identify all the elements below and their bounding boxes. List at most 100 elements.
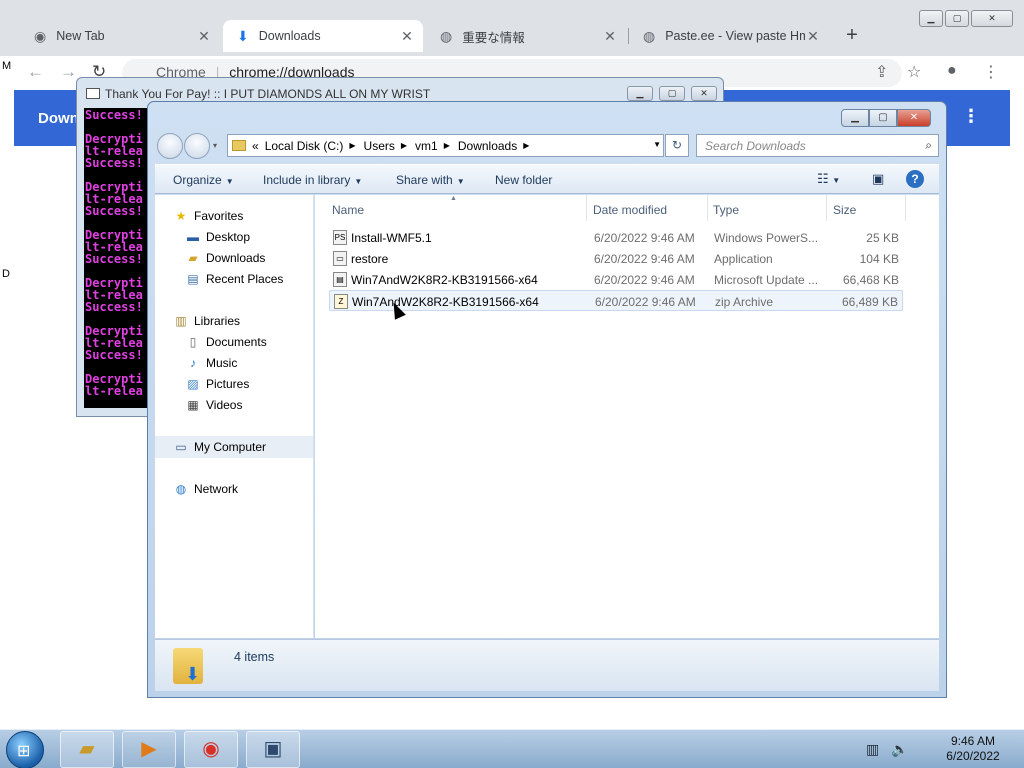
nav-libraries[interactable]: ▥ Libraries: [173, 310, 331, 332]
breadcrumb-overflow[interactable]: «: [252, 139, 259, 153]
media-player-icon: ▶: [141, 738, 157, 760]
start-button[interactable]: ⊞: [6, 731, 44, 768]
tab-new-tab[interactable]: ◉ New Tab ✕: [20, 20, 220, 52]
profile-icon[interactable]: ●: [947, 62, 957, 80]
share-with-button[interactable]: Share with ▼: [396, 173, 465, 187]
minimize-button[interactable]: ▁: [841, 109, 869, 127]
breadcrumb-vm1[interactable]: vm1: [415, 139, 438, 153]
star-icon: ★: [175, 209, 187, 223]
chevron-right-icon[interactable]: ▶: [444, 141, 450, 150]
column-divider[interactable]: [586, 195, 587, 221]
preview-pane-icon[interactable]: ▣: [872, 171, 884, 187]
taskbar-console-button[interactable]: ▣: [246, 731, 300, 768]
breadcrumb-downloads[interactable]: Downloads: [458, 139, 517, 153]
volume-icon[interactable]: 🔈: [891, 741, 908, 757]
back-button[interactable]: [157, 133, 183, 159]
breadcrumb-users[interactable]: Users: [364, 139, 395, 153]
close-button[interactable]: ✕: [691, 86, 717, 101]
column-header-type[interactable]: Type: [713, 203, 739, 217]
console-icon: ▣: [263, 738, 283, 760]
clock-time: 9:46 AM: [950, 734, 996, 748]
maximize-button[interactable]: ▢: [659, 86, 685, 101]
more-options-icon[interactable]: ⋮: [962, 106, 980, 127]
download-icon: ⬇: [237, 27, 249, 44]
nav-network[interactable]: ◍ Network: [173, 478, 331, 500]
close-icon[interactable]: ✕: [196, 28, 212, 45]
chevron-right-icon[interactable]: ▶: [523, 141, 529, 150]
minimize-button[interactable]: ▁: [627, 86, 653, 101]
column-header-date[interactable]: Date modified: [593, 203, 667, 217]
tab-paste-ee[interactable]: ◍ Paste.ee - View paste Hm ✕: [629, 20, 829, 52]
breadcrumb-local-disk[interactable]: Local Disk (C:): [265, 139, 344, 153]
tab-title: 重要な情報: [462, 30, 525, 45]
forward-icon[interactable]: →: [60, 62, 77, 82]
recent-pages-dropdown[interactable]: ▾: [213, 141, 217, 150]
view-options-icon[interactable]: ☷ ▼: [817, 171, 840, 187]
chevron-right-icon[interactable]: ▶: [349, 141, 355, 150]
desktop-label-fragment: D: [2, 268, 10, 280]
update-package-icon: ▤: [333, 272, 347, 287]
organize-button[interactable]: Organize ▼: [173, 173, 234, 187]
column-divider[interactable]: [826, 195, 827, 221]
help-icon[interactable]: ?: [906, 170, 924, 188]
close-icon[interactable]: ✕: [805, 28, 821, 45]
command-bar: Organize ▼ Include in library ▼ Share with…: [155, 164, 939, 194]
new-folder-button[interactable]: New folder: [495, 173, 552, 187]
bookmark-star-icon[interactable]: ☆: [907, 62, 921, 82]
close-button[interactable]: ✕: [971, 10, 1013, 27]
clock-date: 6/20/2022: [946, 749, 1000, 763]
nav-my-computer[interactable]: ▭ My Computer: [155, 436, 313, 458]
page-title: Down: [38, 110, 79, 127]
maximize-button[interactable]: ▢: [945, 10, 969, 27]
close-icon[interactable]: ✕: [602, 28, 618, 45]
minimize-button[interactable]: ▁: [919, 10, 943, 27]
folder-icon: [232, 140, 246, 151]
column-divider[interactable]: [905, 195, 906, 221]
clock[interactable]: 9:46 AM 6/20/2022: [940, 734, 1006, 764]
explorer-window-controls: ▁ ▢ ✕: [841, 109, 931, 127]
nav-favorites[interactable]: ★ Favorites: [173, 205, 331, 227]
menu-kebab-icon[interactable]: ⋮: [983, 62, 999, 82]
column-header-name[interactable]: Name: [332, 203, 364, 217]
globe-icon: ◍: [643, 27, 656, 44]
tab-important-info[interactable]: ◍ 重要な情報 ✕: [426, 20, 626, 52]
recent-places-icon: ▤: [187, 272, 199, 286]
close-icon[interactable]: ✕: [399, 28, 415, 45]
search-placeholder: Search Downloads: [705, 139, 806, 153]
maximize-button[interactable]: ▢: [869, 109, 897, 127]
column-divider[interactable]: [707, 195, 708, 221]
sort-ascending-icon: ▲: [450, 195, 457, 202]
tab-downloads[interactable]: ⬇ Downloads ✕: [223, 20, 423, 52]
file-row-zip-archive[interactable]: Z Win7AndW2K8R2-KB3191566-x64 6/20/2022 …: [329, 290, 903, 311]
search-input[interactable]: Search Downloads ⌕: [696, 134, 939, 157]
network-status-icon[interactable]: ▥: [866, 741, 879, 757]
file-row-msu-update[interactable]: ▤ Win7AndW2K8R2-KB3191566-x64 6/20/2022 …: [329, 269, 903, 290]
include-in-library-button[interactable]: Include in library ▼: [263, 173, 362, 187]
file-row-restore[interactable]: ▭ restore 6/20/2022 9:46 AM Application …: [329, 248, 903, 269]
console-window-controls: ▁ ▢ ✕: [621, 86, 717, 101]
taskbar-explorer-button[interactable]: ▰: [60, 731, 114, 768]
column-header-size[interactable]: Size: [833, 203, 856, 217]
explorer-window: ▁ ▢ ✕ ▾ « Local Disk (C:) ▶ Users ▶ vm1 …: [147, 101, 947, 698]
pictures-icon: ▨: [187, 377, 199, 391]
close-button[interactable]: ✕: [897, 109, 931, 127]
forward-button[interactable]: [184, 133, 210, 159]
chevron-down-icon[interactable]: ▼: [653, 140, 661, 149]
taskbar-media-player-button[interactable]: ▶: [122, 731, 176, 768]
new-tab-button[interactable]: +: [842, 24, 862, 47]
globe-icon: ◍: [440, 27, 453, 44]
address-bar[interactable]: « Local Disk (C:) ▶ Users ▶ vm1 ▶ Downlo…: [227, 134, 664, 157]
back-icon[interactable]: ←: [27, 62, 44, 82]
share-icon[interactable]: ⇪: [875, 62, 888, 82]
documents-icon: ▯: [189, 335, 197, 349]
taskbar-chrome-button[interactable]: ◉: [184, 731, 238, 768]
refresh-button[interactable]: ↻: [665, 134, 689, 157]
download-arrow-icon: ⬇: [185, 664, 201, 684]
chevron-right-icon[interactable]: ▶: [401, 141, 407, 150]
item-count: 4 items: [234, 650, 275, 664]
search-icon[interactable]: ⌕: [925, 138, 932, 153]
powershell-script-icon: PS: [333, 230, 347, 245]
file-row-install-wmf[interactable]: PS Install-WMF5.1 6/20/2022 9:46 AM Wind…: [329, 227, 903, 248]
nav-buttons: ▾: [157, 133, 217, 159]
chrome-icon: ◉: [202, 738, 220, 760]
